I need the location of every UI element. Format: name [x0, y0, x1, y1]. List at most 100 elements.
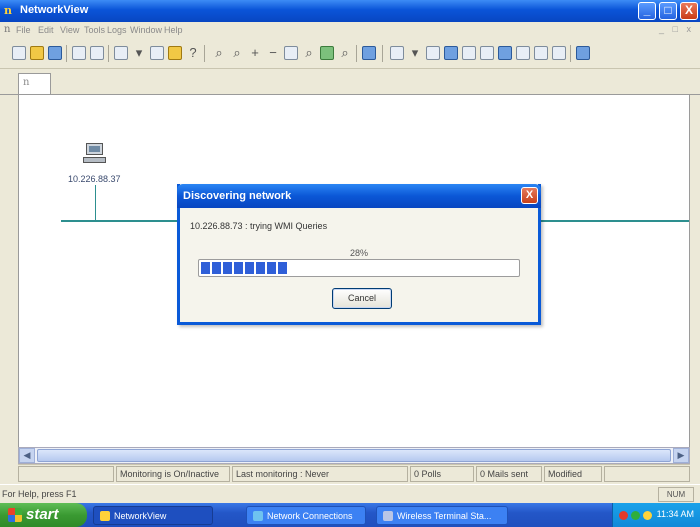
toolbar-separator: [570, 45, 571, 62]
device-link-line: [95, 185, 96, 220]
refresh-icon[interactable]: [320, 46, 334, 60]
document-icon: n: [4, 24, 11, 35]
taskbar-item-label: NetworkView: [114, 511, 167, 521]
monitoring-status: Monitoring is On/Inactive: [116, 466, 230, 482]
network-connections-icon: [253, 511, 263, 521]
help-hint: For Help, press F1: [2, 489, 77, 499]
copy-icon[interactable]: [90, 46, 104, 60]
status-bar: For Help, press F1 NUM: [0, 484, 700, 503]
taskbar-item-label: Network Connections: [267, 511, 353, 521]
link-icon[interactable]: [444, 46, 458, 60]
start-label: start: [26, 506, 59, 523]
menu-bar: n File Edit View Tools Logs Window Help …: [0, 22, 700, 39]
menu-file[interactable]: File: [16, 25, 31, 35]
toolbar-separator: [204, 45, 205, 62]
monitor-cell-blank: [604, 466, 690, 482]
save-icon[interactable]: [48, 46, 62, 60]
toolbar: ▾ ? ⌕ ⌕ + − ⌕ ⌕ ▾: [0, 39, 700, 69]
horizontal-scrollbar[interactable]: ◀ ▶: [18, 447, 690, 464]
toolbar-separator: [108, 45, 109, 62]
minimize-button[interactable]: _: [638, 2, 656, 20]
dropdown-arrow-icon[interactable]: ▾: [408, 46, 422, 60]
computer-screen: [86, 143, 103, 155]
mdi-window-controls[interactable]: _ □ x: [659, 24, 694, 34]
dialog-close-button[interactable]: X: [521, 187, 538, 204]
taskbar-item-label: Wireless Terminal Sta...: [397, 511, 492, 521]
tab-network-map[interactable]: n: [18, 73, 51, 94]
open-folder-icon[interactable]: [30, 46, 44, 60]
menu-view[interactable]: View: [60, 25, 79, 35]
networkview-app-icon: n: [4, 4, 12, 17]
maximize-button[interactable]: □: [659, 2, 677, 20]
taskbar-item-networkview[interactable]: NetworkView: [93, 506, 213, 525]
chart-icon[interactable]: [498, 46, 512, 60]
scroll-left-arrow-icon[interactable]: ◀: [19, 448, 35, 463]
find-icon[interactable]: ⌕: [302, 46, 316, 60]
windows-taskbar: start NetworkView Network Connections Wi…: [0, 503, 700, 527]
menu-tools[interactable]: Tools: [84, 25, 105, 35]
polls-count: 0 Polls: [410, 466, 474, 482]
menu-help[interactable]: Help: [164, 25, 183, 35]
network-icon[interactable]: [426, 46, 440, 60]
monitor-cell-blank: [18, 466, 114, 482]
discovery-status-message: 10.226.88.73 : trying WMI Queries: [190, 221, 328, 231]
menu-window[interactable]: Window: [130, 25, 162, 35]
cut-icon[interactable]: [72, 46, 86, 60]
new-map-icon[interactable]: [12, 46, 26, 60]
dialog-titlebar: Discovering network X: [177, 184, 541, 208]
modified-indicator: Modified: [544, 466, 602, 482]
distribute-icon[interactable]: [534, 46, 548, 60]
dropdown-arrow-icon[interactable]: ▾: [132, 46, 146, 60]
volume-icon[interactable]: [643, 511, 652, 520]
system-tray: 11:34 AM: [612, 503, 700, 527]
scroll-right-arrow-icon[interactable]: ▶: [673, 448, 689, 463]
view-mode-icon[interactable]: [114, 46, 128, 60]
network-status-icon[interactable]: [631, 511, 640, 520]
last-monitoring: Last monitoring : Never: [232, 466, 408, 482]
fit-window-icon[interactable]: [284, 46, 298, 60]
properties-icon[interactable]: [552, 46, 566, 60]
zoom-out-icon[interactable]: ⌕: [230, 46, 244, 60]
clock: 11:34 AM: [656, 509, 694, 519]
menu-edit[interactable]: Edit: [38, 25, 54, 35]
toolbar-separator: [356, 45, 357, 62]
discovering-network-dialog: Discovering network X 10.226.88.73 : try…: [177, 184, 541, 325]
window-title: NetworkView: [20, 4, 89, 16]
menu-logs[interactable]: Logs: [107, 25, 127, 35]
terminal-icon: [383, 511, 393, 521]
settings-icon[interactable]: [576, 46, 590, 60]
toolbar-separator: [382, 45, 383, 62]
progress-percent-label: 28%: [349, 248, 368, 258]
layout-icon[interactable]: [462, 46, 476, 60]
zoom-icon[interactable]: ⌕: [212, 46, 226, 60]
start-button[interactable]: start: [0, 503, 87, 527]
security-alert-icon[interactable]: [619, 511, 628, 520]
device-ip-label: 10.226.88.37: [68, 174, 121, 184]
discovery-progress-bar: [198, 259, 520, 277]
help-question-icon[interactable]: ?: [186, 46, 200, 60]
close-button[interactable]: X: [680, 2, 698, 20]
windows-flag-icon: [8, 508, 22, 522]
align-icon[interactable]: [516, 46, 530, 60]
window-titlebar: n NetworkView _ □ X: [0, 0, 700, 22]
pin-icon[interactable]: [168, 46, 182, 60]
device-icon[interactable]: [390, 46, 404, 60]
mails-sent-count: 0 Mails sent: [476, 466, 542, 482]
monitor-icon[interactable]: [362, 46, 376, 60]
monitoring-bar: Monitoring is On/Inactive Last monitorin…: [18, 464, 690, 484]
document-tab-strip: n: [0, 69, 700, 95]
taskbar-item-wireless-terminal[interactable]: Wireless Terminal Sta...: [376, 506, 508, 525]
zoom-out-minus-icon[interactable]: −: [266, 46, 280, 60]
discover-icon[interactable]: [150, 46, 164, 60]
networkview-app-icon: [100, 511, 110, 521]
progress-bar-fill: [201, 262, 289, 274]
search-icon[interactable]: ⌕: [338, 46, 352, 60]
dialog-title: Discovering network: [183, 190, 292, 202]
zoom-in-plus-icon[interactable]: +: [248, 46, 262, 60]
network-map-icon: n: [23, 77, 30, 88]
taskbar-item-network-connections[interactable]: Network Connections: [246, 506, 366, 525]
scrollbar-thumb[interactable]: [37, 449, 671, 462]
toolbar-separator: [66, 45, 67, 62]
grid-icon[interactable]: [480, 46, 494, 60]
cancel-button[interactable]: Cancel: [332, 288, 392, 309]
